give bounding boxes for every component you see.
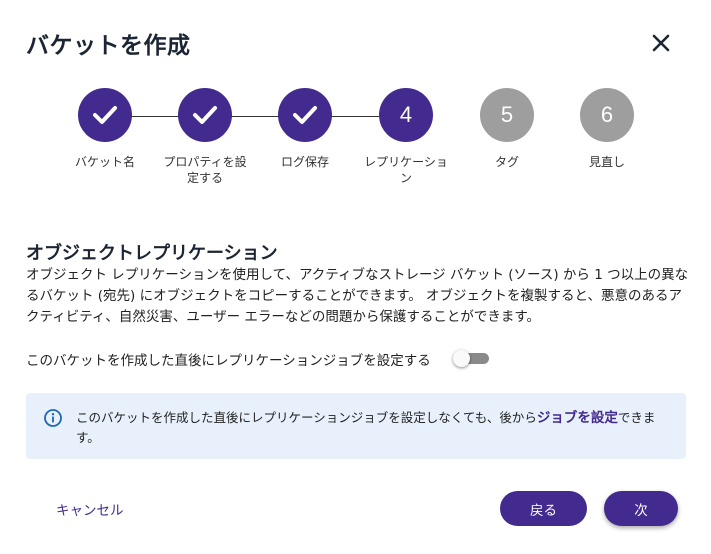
dialog-title: バケットを作成 (26, 33, 191, 59)
step-circle-done (178, 88, 232, 142)
step-label: レプリケーション (364, 155, 448, 185)
step-circle-todo: 6 (580, 88, 634, 142)
step-label: 見直し (588, 155, 625, 169)
checkmark-icon (193, 106, 217, 124)
step-replication[interactable]: 4 レプリケーション (351, 88, 461, 186)
setup-job-link[interactable]: ジョブを設定 (537, 410, 618, 426)
step-tags[interactable]: 5 タグ (452, 88, 562, 170)
info-icon (44, 409, 62, 427)
toggle-label: このバケットを作成した直後にレプリケーションジョブを設定する (26, 353, 431, 369)
next-button[interactable]: 次 (604, 491, 678, 526)
step-properties[interactable]: プロパティを設定する (150, 88, 260, 186)
replication-toggle-row: このバケットを作成した直後にレプリケーションジョブを設定する (26, 348, 506, 369)
step-circle-done (78, 88, 132, 142)
step-label: バケット名 (74, 155, 135, 169)
close-button[interactable] (646, 28, 676, 58)
replication-job-toggle[interactable] (453, 350, 490, 367)
wizard-stepper: バケット名 プロパティを設定する ログ保存 4 レプリケーション 5 タグ 6 … (0, 88, 711, 198)
back-button[interactable]: 戻る (500, 491, 587, 526)
step-label: ログ保存 (280, 155, 329, 169)
info-callout: このバケットを作成した直後にレプリケーションジョブを設定しなくても、後からジョブ… (26, 393, 686, 459)
toggle-knob (453, 350, 470, 367)
step-review[interactable]: 6 見直し (552, 88, 662, 170)
step-label: タグ (494, 155, 519, 169)
step-circle-todo: 5 (480, 88, 534, 142)
info-text: このバケットを作成した直後にレプリケーションジョブを設定しなくても、後からジョブ… (76, 408, 666, 447)
section-title: オブジェクトレプリケーション (26, 243, 278, 264)
step-circle-current: 4 (379, 88, 433, 142)
step-circle-done (278, 88, 332, 142)
section-description: オブジェクト レプリケーションを使用して、アクティブなストレージ バケット (ソ… (26, 267, 689, 325)
step-label: プロパティを設定する (163, 155, 247, 185)
info-text-before: このバケットを作成した直後にレプリケーションジョブを設定しなくても、後から (76, 410, 537, 425)
step-bucket-name[interactable]: バケット名 (50, 88, 160, 170)
cancel-button[interactable]: キャンセル (56, 499, 124, 519)
checkmark-icon (93, 106, 117, 124)
close-icon (652, 34, 670, 52)
checkmark-icon (293, 106, 317, 124)
create-bucket-dialog: バケットを作成 バケット名 プロパティを設定する ログ保存 4 レプリケーション… (0, 0, 711, 554)
step-logging[interactable]: ログ保存 (250, 88, 360, 170)
